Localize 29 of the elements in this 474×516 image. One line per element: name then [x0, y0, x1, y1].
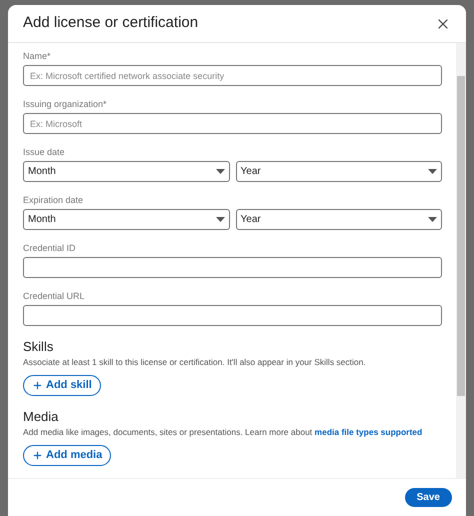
add-button[interactable]: Add media	[23, 445, 112, 466]
section-description: Add media like images, documents, sites or presentations. Learn more about media file types supported	[23, 426, 424, 439]
caret-icon	[216, 217, 224, 222]
input-field[interactable]	[23, 305, 442, 326]
caret-icon	[428, 217, 437, 222]
field-label: Name*	[23, 50, 52, 63]
select-field[interactable]: Month	[23, 161, 230, 182]
section-heading: Skills	[23, 338, 54, 355]
dialog-title: Add license or certification	[23, 13, 198, 34]
section-description: Associate at least 1 skill to this license or certification. It'll also appear in your Skills section.	[23, 356, 367, 369]
caret-icon	[428, 169, 437, 174]
select-field[interactable]: Year	[236, 209, 442, 230]
select-field[interactable]: Month	[23, 209, 230, 230]
add-button[interactable]: Add skill	[23, 375, 101, 396]
input-field[interactable]: Ex: Microsoft certified network associate security	[23, 65, 442, 86]
field-label: Issue date	[23, 146, 66, 159]
select-field[interactable]: Year	[236, 161, 442, 182]
field-label: Expiration date	[23, 194, 84, 207]
save-button[interactable]: Save	[404, 488, 452, 507]
input-field[interactable]: Ex: Microsoft	[23, 113, 442, 134]
field-label: Credential URL	[23, 290, 86, 303]
field-label: Issuing organization*	[23, 98, 108, 111]
field-label: Credential ID	[23, 242, 77, 255]
plus-icon	[32, 450, 43, 461]
caret-icon	[216, 169, 224, 174]
section-heading: Media	[23, 408, 60, 425]
input-field[interactable]	[23, 257, 442, 278]
plus-icon	[32, 380, 43, 391]
link[interactable]: media file types supported	[314, 427, 422, 437]
